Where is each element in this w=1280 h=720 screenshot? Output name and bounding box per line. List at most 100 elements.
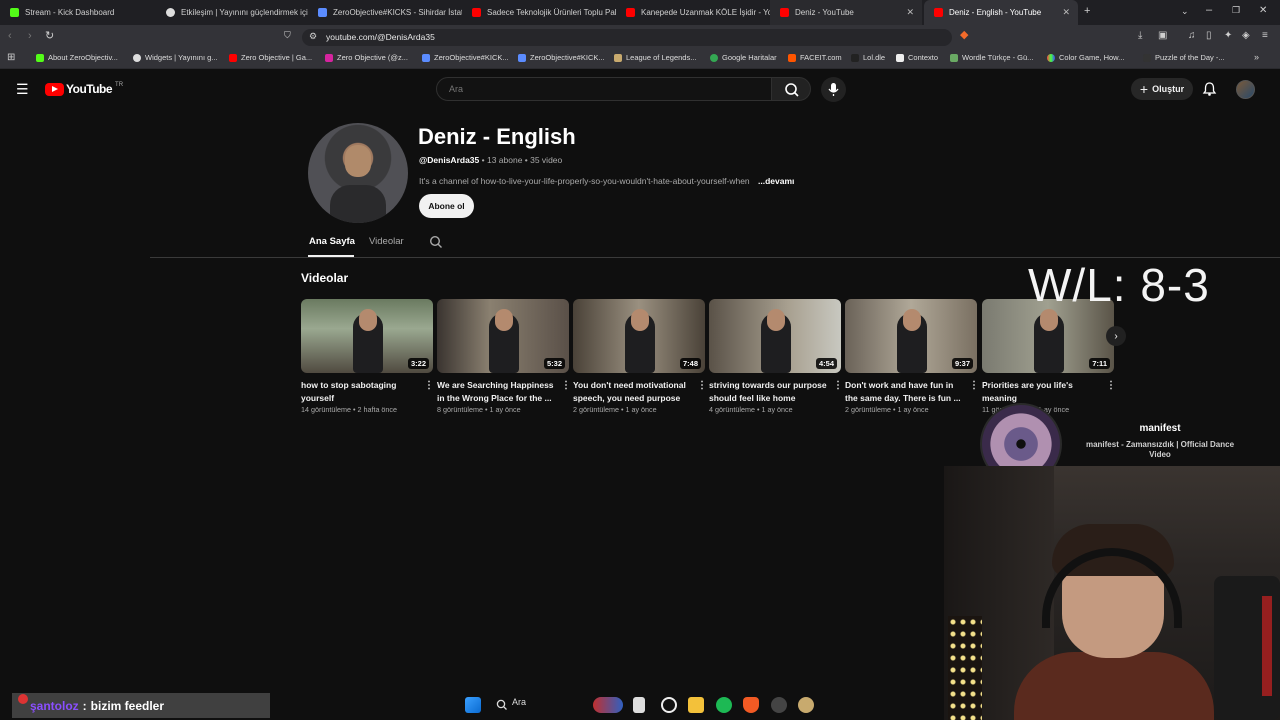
browser-tab[interactable]: Stream - Kick Dashboard	[0, 0, 156, 25]
bookmark-icon[interactable]: ⛉	[284, 31, 291, 40]
brave-icon[interactable]	[743, 697, 759, 713]
video-thumbnail[interactable]: 4:54	[709, 299, 841, 373]
bookmark-item[interactable]: Zero Objective | Ga...	[229, 53, 312, 62]
browser-tab[interactable]: ZeroObjective#KICKS - Sihirdar İstatis	[308, 0, 462, 25]
search-button[interactable]	[771, 77, 811, 101]
more-options-icon[interactable]: ⋮	[1106, 380, 1116, 391]
video-title[interactable]: You don't need motivational speech, you …	[573, 379, 691, 404]
close-tab-icon[interactable]: ✕	[906, 7, 914, 18]
screenshot-icon[interactable]: ▣	[1158, 31, 1167, 41]
site-info-icon[interactable]: ⚙	[309, 32, 317, 41]
carousel-next-button[interactable]: ›	[1106, 326, 1126, 346]
video-title[interactable]: Priorities are you life's meaning	[982, 379, 1100, 404]
description-more-link[interactable]: ...devamı	[758, 176, 794, 186]
search-input[interactable]	[436, 77, 772, 101]
subscribe-button[interactable]: Abone ol	[419, 194, 474, 218]
channel-stats: • 13 abone • 35 video	[479, 155, 563, 165]
channel-search-icon[interactable]	[429, 235, 443, 249]
menu-icon[interactable]: ≡	[1262, 31, 1268, 41]
wallet-icon[interactable]: ◈	[1242, 31, 1250, 41]
download-icon[interactable]: ⤓	[1138, 31, 1142, 41]
video-card[interactable]: 5:32 We are Searching Happiness in the W…	[437, 299, 571, 414]
video-card[interactable]: 7:11 Priorities are you life's meaning 1…	[982, 299, 1116, 414]
tab-label: Sadece Teknolojik Ürünleri Toplu Pak	[487, 8, 616, 17]
back-icon[interactable]: ‹	[8, 31, 12, 42]
bookmark-item[interactable]: Lol.dle	[851, 53, 885, 62]
create-button[interactable]: + Oluştur	[1131, 78, 1193, 100]
forward-icon[interactable]: ›	[28, 31, 32, 42]
chevron-down-icon[interactable]: ⌄	[1181, 7, 1189, 16]
video-title[interactable]: Don't work and have fun in the same day.…	[845, 379, 963, 404]
browser-tab[interactable]: Sadece Teknolojik Ürünleri Toplu Pak	[462, 0, 616, 25]
youtube-logo-text: YouTube	[66, 82, 113, 96]
close-tab-icon[interactable]: ✕	[1062, 7, 1070, 18]
widget-icon[interactable]	[593, 697, 623, 713]
media-icon[interactable]: ♫	[1188, 31, 1196, 41]
video-thumbnail[interactable]: 3:22	[301, 299, 433, 373]
reload-icon[interactable]: ↻	[45, 31, 54, 42]
hamburger-menu-icon[interactable]: ☰	[16, 82, 29, 96]
bookmark-item[interactable]: ZeroObjective#KICK...	[422, 53, 509, 62]
folder-icon[interactable]	[688, 697, 704, 713]
account-avatar[interactable]	[1236, 80, 1255, 99]
browser-tab[interactable]: Deniz - YouTube ✕	[770, 0, 922, 25]
video-title[interactable]: striving towards our purpose should feel…	[709, 379, 827, 404]
video-thumbnail[interactable]: 9:37	[845, 299, 977, 373]
brave-shield-icon[interactable]: ◆	[960, 30, 968, 41]
league-icon[interactable]	[798, 697, 814, 713]
video-title[interactable]: We are Searching Happiness in the Wrong …	[437, 379, 555, 404]
channel-description[interactable]: It's a channel of how-to-live-your-life-…	[419, 176, 759, 186]
voice-search-button[interactable]	[821, 77, 846, 102]
bookmark-item[interactable]: Color Game, How...	[1047, 53, 1124, 62]
youtube-icon	[934, 8, 943, 17]
file-icon[interactable]	[633, 697, 645, 713]
video-card[interactable]: 4:54 striving towards our purpose should…	[709, 299, 843, 414]
bookmark-item[interactable]: League of Legends...	[614, 53, 696, 62]
bookmark-favicon	[896, 53, 904, 62]
sidebar-icon[interactable]: ▯	[1206, 31, 1212, 41]
bookmark-item[interactable]: ZeroObjective#KICK...	[518, 53, 605, 62]
bookmark-item[interactable]: FACEIT.com	[788, 53, 842, 62]
more-options-icon[interactable]: ⋮	[561, 380, 571, 391]
bookmark-item[interactable]: Zero Objective (@z...	[325, 53, 408, 62]
notifications-bell-icon[interactable]	[1202, 81, 1217, 97]
more-options-icon[interactable]: ⋮	[969, 380, 979, 391]
tab-videos[interactable]: Videolar	[369, 236, 404, 247]
maximize-icon[interactable]: ❐	[1232, 6, 1240, 15]
minimize-icon[interactable]: –	[1206, 5, 1212, 16]
bookmark-item[interactable]: Puzzle of the Day -...	[1143, 53, 1225, 62]
new-tab-icon[interactable]: +	[1084, 6, 1090, 17]
url-field[interactable]: youtube.com/@DenisArda35	[302, 29, 952, 46]
browser-tab-active[interactable]: Deniz - English - YouTube ✕	[924, 0, 1078, 25]
close-window-icon[interactable]: ✕	[1259, 6, 1267, 16]
bookmark-item[interactable]: Widgets | Yayınını g...	[133, 53, 218, 62]
more-options-icon[interactable]: ⋮	[424, 380, 434, 391]
obs-icon[interactable]	[771, 697, 787, 713]
video-title[interactable]: how to stop sabotaging yourself	[301, 379, 419, 404]
video-meta: 4 görüntüleme • 1 ay önce	[709, 405, 793, 414]
video-card[interactable]: 7:48 You don't need motivational speech,…	[573, 299, 707, 414]
bookmark-item[interactable]: Wordle Türkçe - Gü...	[950, 53, 1033, 62]
tab-home[interactable]: Ana Sayfa	[309, 236, 355, 247]
more-options-icon[interactable]: ⋮	[697, 380, 707, 391]
video-card[interactable]: 3:22 how to stop sabotaging yourself 14 …	[301, 299, 433, 414]
video-thumbnail[interactable]: 7:48	[573, 299, 705, 373]
browser-tab[interactable]: Kanepede Uzanmak KÖLE İşidir - Yo	[616, 0, 770, 25]
bookmark-item[interactable]: Google Haritalar	[710, 53, 777, 62]
bookmark-item[interactable]: About ZeroObjectiv...	[36, 53, 118, 62]
video-thumbnail[interactable]: 5:32	[437, 299, 569, 373]
apps-grid-icon[interactable]: ⊞	[7, 53, 15, 63]
taskbar-search-label[interactable]: Ara	[512, 697, 526, 707]
more-bookmarks-icon[interactable]: »	[1254, 53, 1259, 62]
browser-tab[interactable]: Etkileşim | Yayınını güçlendirmek için	[156, 0, 308, 25]
video-card[interactable]: 9:37 Don't work and have fun in the same…	[845, 299, 979, 414]
spotify-icon[interactable]	[716, 697, 732, 713]
youtube-icon	[472, 8, 481, 17]
windows-start-icon[interactable]	[465, 697, 481, 713]
app-icon[interactable]	[661, 697, 677, 713]
taskbar-search-icon[interactable]	[496, 699, 508, 711]
bookmark-item[interactable]: Contexto	[896, 53, 938, 62]
leo-icon[interactable]: ✦	[1224, 31, 1232, 41]
more-options-icon[interactable]: ⋮	[833, 380, 843, 391]
youtube-logo[interactable]: YouTube TR	[45, 82, 123, 96]
